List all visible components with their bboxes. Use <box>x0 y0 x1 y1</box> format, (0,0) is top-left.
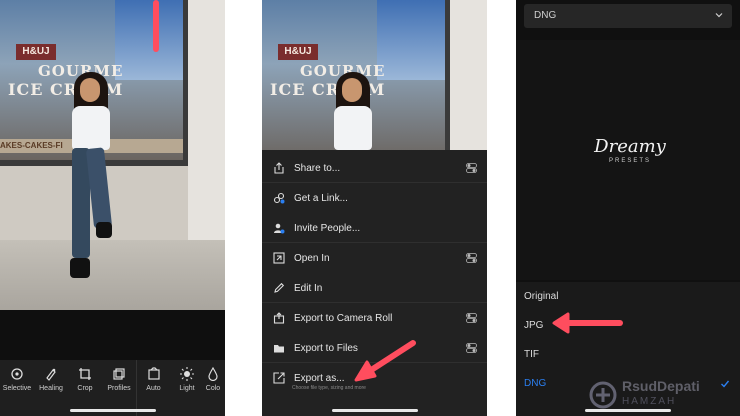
tool-profiles[interactable]: Profiles <box>102 360 136 416</box>
healing-icon <box>46 368 56 381</box>
person-figure <box>58 72 128 292</box>
toggle-icon <box>466 343 477 353</box>
option-jpg[interactable]: JPG <box>524 320 543 331</box>
store-sign-small: H&UJ <box>16 44 56 60</box>
file-type-select[interactable]: DNG <box>524 4 732 28</box>
red-arrow-jpg <box>552 312 623 334</box>
shoe-left <box>70 258 90 278</box>
option-tif[interactable]: TIF <box>524 349 539 360</box>
auto-icon <box>147 367 160 380</box>
edit-toolbar: Selective Healing Crop Profiles Auto Lig… <box>0 360 225 416</box>
tool-selective[interactable]: Selective <box>0 360 34 416</box>
shoe-right <box>96 222 112 238</box>
store-sign-small: H&UJ <box>278 44 318 60</box>
dreamy-presets-logo: Dreamy PRESETS <box>570 136 690 176</box>
tool-color[interactable]: Colo <box>204 360 222 416</box>
watermark-subtitle: HAMZAH <box>622 396 677 407</box>
selective-icon <box>11 368 23 380</box>
tool-light[interactable]: Light <box>170 360 204 416</box>
shirt <box>72 106 110 150</box>
wall <box>450 0 487 150</box>
site-watermark: RsudDepati HAMZAH <box>582 378 740 416</box>
watermark-logo-icon <box>589 381 617 409</box>
tool-label: Auto <box>146 385 161 392</box>
toggle-icon <box>466 163 477 173</box>
toggle-icon <box>466 253 477 263</box>
tool-label: Light <box>179 385 195 392</box>
people-icon <box>274 223 285 234</box>
open-in-icon <box>273 252 285 264</box>
tool-label: Selective <box>2 385 32 392</box>
profiles-icon <box>113 368 125 380</box>
link-icon <box>273 192 285 204</box>
export-preview: Dreamy PRESETS <box>516 40 740 280</box>
photo-preview: H&UJ GOURME ICE CREAM AKES-CAKES-FI <box>0 0 225 310</box>
option-dng[interactable]: DNG <box>524 378 546 389</box>
home-indicator <box>69 409 156 412</box>
tool-crop[interactable]: Crop <box>68 360 102 416</box>
logo-subtitle: PRESETS <box>608 158 651 164</box>
color-icon <box>208 367 218 381</box>
edit-in-icon <box>274 282 285 293</box>
face <box>80 78 100 102</box>
tool-label: Colo <box>205 385 221 392</box>
option-original[interactable]: Original <box>524 291 558 302</box>
folder-icon <box>274 345 284 353</box>
light-icon <box>180 367 194 381</box>
camera-roll-icon <box>273 312 285 324</box>
logo-title: Dreamy <box>594 136 666 157</box>
export-icon <box>273 372 285 384</box>
tool-label: Crop <box>77 385 93 392</box>
red-arrow-export-as <box>354 340 416 382</box>
phone-edit-screen: H&UJ GOURME ICE CREAM AKES-CAKES-FI Sele… <box>0 0 225 416</box>
tool-label: Profiles <box>107 385 131 392</box>
watermark-title: RsudDepati <box>622 378 700 394</box>
sky <box>115 0 183 80</box>
chevron-down-icon <box>715 13 723 18</box>
share-icon <box>274 162 284 174</box>
phone-export-format-screen: DNG Dreamy PRESETS Original JPG TIF DNG <box>516 0 740 416</box>
file-type-value: DNG <box>534 10 557 21</box>
red-arrow-tail <box>153 0 159 52</box>
tool-label: Healing <box>39 385 63 392</box>
toggle-icon <box>466 313 477 323</box>
photo-margin <box>0 310 225 360</box>
crop-icon <box>79 368 91 380</box>
tool-auto[interactable]: Auto <box>136 360 170 416</box>
tool-healing[interactable]: Healing <box>34 360 68 416</box>
